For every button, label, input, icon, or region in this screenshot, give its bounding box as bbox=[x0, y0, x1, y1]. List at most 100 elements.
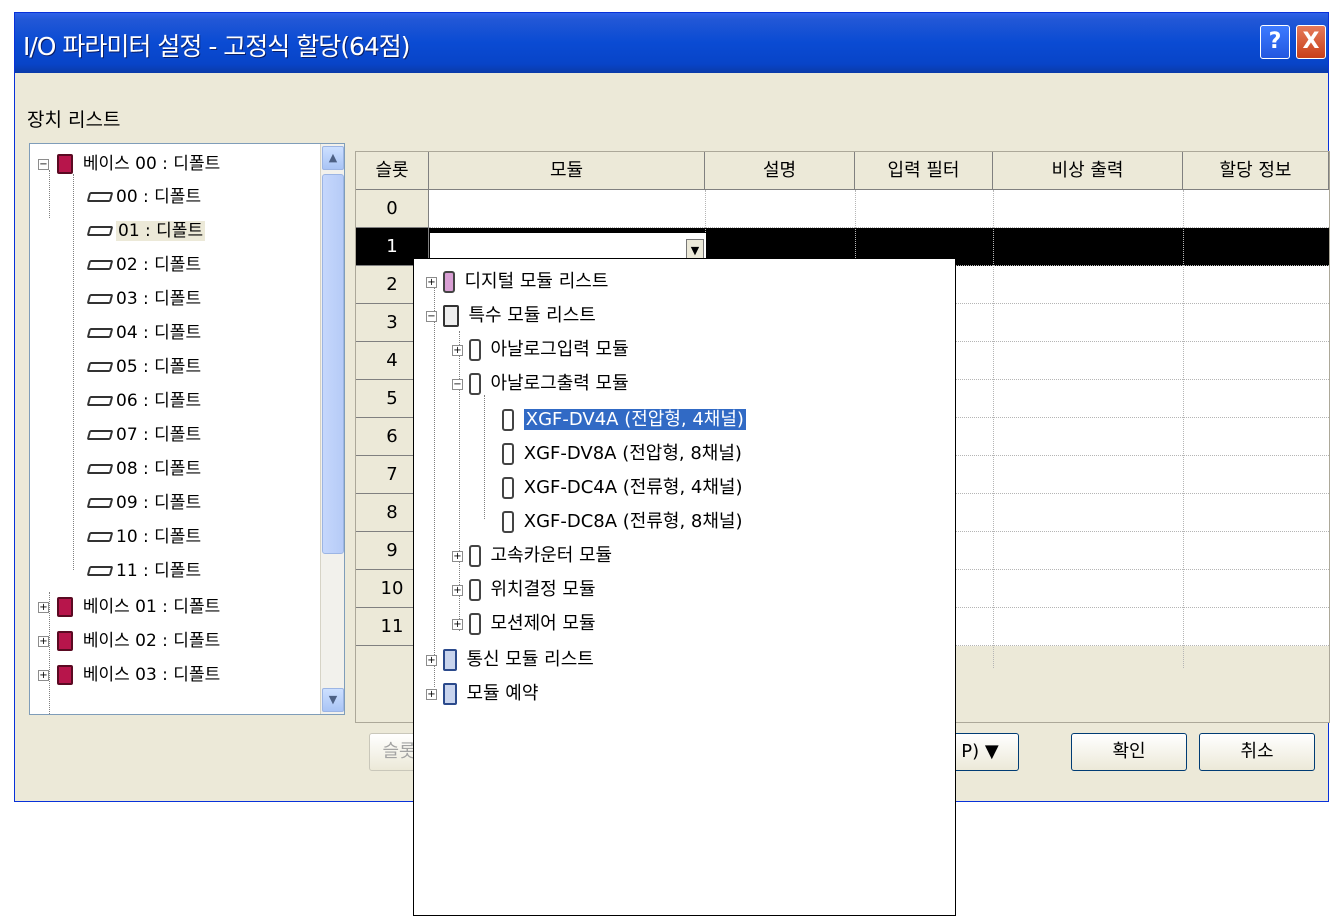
table-row[interactable] bbox=[429, 190, 1329, 228]
scroll-down-icon[interactable]: ▼ bbox=[322, 688, 344, 712]
popup-analog-input[interactable]: + 아날로그입력 모듈 bbox=[452, 335, 629, 365]
expand-icon[interactable]: + bbox=[426, 276, 437, 288]
popup-special-module-list[interactable]: − 특수 모듈 리스트 bbox=[426, 301, 596, 331]
slot-label: 01 : 디폴트 bbox=[116, 221, 206, 241]
tree-slot-02[interactable]: 02 : 디폴트 bbox=[86, 250, 202, 280]
popup-xgf-dc8a[interactable]: XGF-DC8A (전류형, 8채널) bbox=[502, 507, 743, 537]
tree-scrollbar[interactable]: ▲ ▼ bbox=[320, 144, 344, 714]
slot-icon bbox=[86, 192, 114, 202]
tree-slot-04[interactable]: 04 : 디폴트 bbox=[86, 318, 201, 348]
slot-label: 10 : 디폴트 bbox=[116, 527, 202, 547]
expand-icon[interactable]: + bbox=[426, 654, 437, 666]
grid-header: 슬롯 모듈 설명 입력 필터 비상 출력 할당 정보 bbox=[356, 152, 1329, 190]
tree-base-01[interactable]: + 베이스 01 : 디폴트 bbox=[38, 592, 220, 622]
slot-label: 02 : 디폴트 bbox=[116, 255, 202, 275]
col-emergency-output[interactable]: 비상 출력 bbox=[993, 152, 1183, 190]
tree-slot-08[interactable]: 08 : 디폴트 bbox=[86, 454, 201, 484]
item-label: XGF-DV8A (전압형, 8채널) bbox=[523, 443, 742, 464]
tree-slot-03[interactable]: 03 : 디폴트 bbox=[86, 284, 201, 314]
tree-base-02[interactable]: + 베이스 02 : 디폴트 bbox=[38, 626, 220, 656]
module-dropdown-popup[interactable]: + 디지털 모듈 리스트 − 특수 모듈 리스트 + 아날로그입력 모듈 − 아… bbox=[413, 258, 956, 916]
popup-motion-control[interactable]: + 모션제어 모듈 bbox=[452, 609, 596, 639]
tree-slot-05[interactable]: 05 : 디폴트 bbox=[86, 352, 202, 382]
device-list-label: 장치 리스트 bbox=[27, 109, 121, 131]
slot-icon bbox=[86, 430, 114, 440]
special-module-icon bbox=[442, 305, 459, 327]
slot-icon bbox=[86, 328, 114, 338]
item-label: 아날로그입력 모듈 bbox=[490, 339, 629, 360]
digital-module-icon bbox=[442, 271, 455, 293]
col-module[interactable]: 모듈 bbox=[429, 152, 705, 190]
popup-xgf-dv8a[interactable]: XGF-DV8A (전압형, 8채널) bbox=[502, 439, 742, 469]
close-button[interactable]: X bbox=[1296, 25, 1326, 59]
base-label: 베이스 03 : 디폴트 bbox=[82, 665, 221, 685]
slot-label: 06 : 디폴트 bbox=[116, 391, 202, 411]
scroll-up-icon[interactable]: ▲ bbox=[322, 146, 344, 170]
item-label: XGF-DV4A (전압형, 4채널) bbox=[522, 408, 747, 431]
popup-comm-module-list[interactable]: + 통신 모듈 리스트 bbox=[426, 645, 594, 675]
popup-xgf-dc4a[interactable]: XGF-DC4A (전류형, 4채널) bbox=[502, 473, 743, 503]
tree-slot-11[interactable]: 11 : 디폴트 bbox=[86, 556, 201, 586]
module-icon bbox=[502, 443, 514, 465]
collapse-icon[interactable]: − bbox=[426, 310, 437, 322]
item-label: 모듈 예약 bbox=[466, 683, 539, 704]
slot-label: 07 : 디폴트 bbox=[116, 425, 202, 445]
ok-button[interactable]: 확인 bbox=[1071, 733, 1187, 771]
base-icon bbox=[57, 631, 74, 651]
module-icon bbox=[468, 579, 481, 601]
popup-module-reserve[interactable]: + 모듈 예약 bbox=[426, 679, 538, 709]
slot-label: 00 : 디폴트 bbox=[116, 187, 202, 207]
expand-icon[interactable]: + bbox=[38, 669, 49, 681]
tree-base-00[interactable]: − 베이스 00 : 디폴트 bbox=[38, 149, 220, 179]
help-button[interactable]: ? bbox=[1260, 25, 1290, 59]
popup-digital-module-list[interactable]: + 디지털 모듈 리스트 bbox=[426, 267, 608, 297]
module-icon bbox=[468, 545, 481, 567]
col-input-filter[interactable]: 입력 필터 bbox=[855, 152, 993, 190]
col-allocation-info[interactable]: 할당 정보 bbox=[1183, 152, 1329, 190]
cancel-button[interactable]: 취소 bbox=[1199, 733, 1315, 771]
col-description[interactable]: 설명 bbox=[705, 152, 855, 190]
slot-label: 05 : 디폴트 bbox=[116, 357, 202, 377]
popup-analog-output[interactable]: − 아날로그출력 모듈 bbox=[452, 369, 629, 399]
base-label: 베이스 01 : 디폴트 bbox=[82, 597, 221, 617]
slot-icon bbox=[86, 566, 114, 576]
column-divider bbox=[1183, 190, 1184, 668]
item-label: XGF-DC8A (전류형, 8채널) bbox=[523, 511, 743, 532]
scroll-thumb[interactable] bbox=[322, 174, 344, 554]
tree-slot-09[interactable]: 09 : 디폴트 bbox=[86, 488, 201, 518]
expand-icon[interactable]: + bbox=[452, 584, 463, 596]
collapse-icon[interactable]: − bbox=[38, 158, 49, 170]
network-icon bbox=[442, 649, 457, 671]
expand-icon[interactable]: + bbox=[426, 688, 437, 700]
collapse-icon[interactable]: − bbox=[452, 378, 463, 390]
popup-positioning[interactable]: + 위치결정 모듈 bbox=[452, 575, 596, 605]
row-header-0[interactable]: 0 bbox=[356, 190, 429, 228]
tree-base-03[interactable]: + 베이스 03 : 디폴트 bbox=[38, 660, 220, 690]
module-icon bbox=[502, 511, 514, 533]
tree-slot-01[interactable]: 01 : 디폴트 bbox=[86, 216, 206, 246]
base-label: 베이스 00 : 디폴트 bbox=[82, 154, 221, 174]
tree-slot-06[interactable]: 06 : 디폴트 bbox=[86, 386, 202, 416]
module-icon bbox=[468, 373, 481, 395]
expand-icon[interactable]: + bbox=[452, 618, 463, 630]
popup-high-speed-counter[interactable]: + 고속카운터 모듈 bbox=[452, 541, 612, 571]
module-icon bbox=[502, 477, 514, 499]
tree-slot-00[interactable]: 00 : 디폴트 bbox=[86, 182, 202, 212]
expand-icon[interactable]: + bbox=[38, 601, 49, 613]
base-icon bbox=[57, 597, 74, 617]
item-label: 통신 모듈 리스트 bbox=[466, 649, 594, 670]
tree-slot-07[interactable]: 07 : 디폴트 bbox=[86, 420, 202, 450]
slot-icon bbox=[86, 498, 114, 508]
tree-slot-10[interactable]: 10 : 디폴트 bbox=[86, 522, 202, 552]
base-icon bbox=[57, 154, 74, 174]
expand-icon[interactable]: + bbox=[38, 635, 49, 647]
item-label: 위치결정 모듈 bbox=[490, 579, 596, 600]
device-tree[interactable]: − 베이스 00 : 디폴트 00 : 디폴트 01 : 디폴트 02 : 디폴… bbox=[29, 143, 345, 715]
popup-xgf-dv4a[interactable]: XGF-DV4A (전압형, 4채널) bbox=[502, 405, 747, 435]
expand-icon[interactable]: + bbox=[452, 550, 463, 562]
expand-icon[interactable]: + bbox=[452, 344, 463, 356]
item-label: 고속카운터 모듈 bbox=[490, 545, 613, 566]
item-label: 특수 모듈 리스트 bbox=[468, 305, 596, 326]
col-slot[interactable]: 슬롯 bbox=[356, 152, 429, 190]
slot-icon bbox=[86, 226, 114, 236]
